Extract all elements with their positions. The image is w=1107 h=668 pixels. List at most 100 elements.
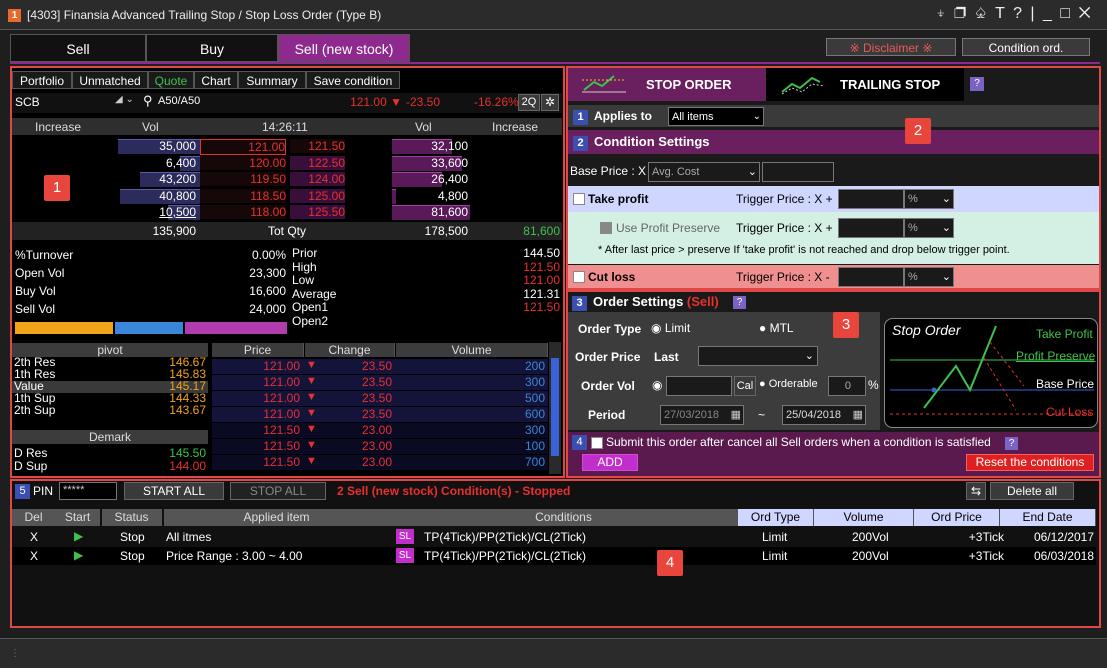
profit-preserve-value[interactable] — [838, 218, 904, 238]
table-header: End Date — [1000, 509, 1096, 526]
bid-price[interactable]: 118.50 — [200, 188, 286, 203]
play-icon[interactable]: ▶ — [74, 529, 83, 543]
section-number: 1 — [573, 110, 588, 125]
sl-badge: SL — [396, 548, 414, 563]
swap-icon[interactable]: ⇆ — [966, 482, 986, 500]
chevron-down-icon[interactable]: ◢ ⌄ — [115, 94, 134, 105]
stop-order-label[interactable]: STOP ORDER — [646, 77, 731, 92]
orderable-stepper[interactable]: 0 — [828, 376, 866, 396]
2q-button[interactable]: 2Q — [518, 94, 540, 111]
price-change: -23.50 — [406, 95, 441, 109]
cut-loss-value[interactable] — [838, 267, 904, 287]
delete-row-button[interactable]: X — [30, 530, 38, 544]
trades-scrollbar[interactable] — [549, 342, 561, 474]
bid-price[interactable]: 121.00 — [200, 139, 286, 155]
ask-price[interactable]: 121.50 — [290, 139, 345, 153]
trade-change: 23.50 — [361, 407, 392, 421]
delete-all-button[interactable]: Delete all — [990, 482, 1074, 500]
base-price-select[interactable]: Avg. Cost ⌄ — [648, 162, 760, 182]
bid-price[interactable]: 120.00 — [200, 155, 286, 170]
play-icon[interactable]: ▶ — [74, 548, 83, 562]
symbol-input[interactable]: SCB — [15, 95, 40, 109]
cut-loss-unit[interactable]: % ⌄ — [904, 267, 954, 287]
base-price-stepper[interactable] — [762, 162, 834, 182]
gear-icon[interactable]: ✲ — [541, 94, 559, 111]
date-to-input[interactable]: 25/04/2018 ▦ — [782, 405, 866, 425]
use-profit-preserve-checkbox[interactable] — [600, 222, 612, 234]
submit-help-icon[interactable]: ? — [1005, 437, 1018, 450]
window-controls[interactable]: ⍖ ❐ ♤ T ? | _ □ ✕ — [936, 5, 1093, 23]
order-price-select[interactable]: ⌄ — [698, 346, 818, 366]
trailing-stop-label[interactable]: TRAILING STOP — [840, 77, 940, 92]
start-all-button[interactable]: START ALL — [124, 482, 224, 500]
order-price-label: Order Price — [575, 350, 641, 364]
subtab-save-condition[interactable]: Save condition — [306, 71, 400, 89]
order-vol-input[interactable] — [666, 376, 732, 396]
ask-price[interactable]: 122.50 — [290, 155, 345, 170]
bar-segment-blue — [115, 322, 183, 334]
help-icon[interactable]: ? — [970, 77, 984, 91]
take-profit-checkbox[interactable] — [573, 193, 585, 205]
period-label: Period — [588, 408, 626, 422]
trade-price: 121.00 — [263, 407, 300, 421]
price-stat-label: High — [292, 259, 317, 274]
subtab-quote[interactable]: Quote — [148, 71, 194, 89]
bid-volume: 43,200 — [159, 172, 196, 186]
stat-value: 0.00% — [251, 248, 286, 262]
book-col-vol: Vol — [142, 120, 159, 134]
tab-underline — [10, 62, 1100, 64]
trade-change: 23.00 — [361, 423, 392, 437]
subtab-portfolio[interactable]: Portfolio — [12, 71, 72, 89]
orderable-radio[interactable]: ● Orderable — [759, 378, 818, 390]
profit-preserve-unit[interactable]: % ⌄ — [904, 218, 954, 238]
scrollbar-thumb[interactable] — [551, 358, 559, 456]
stat-label: Sell Vol — [15, 302, 56, 316]
mtl-radio[interactable]: ● MTL — [759, 321, 794, 335]
pivot-value: 143.67 — [169, 403, 206, 417]
book-col-increase-ask: Increase — [492, 120, 539, 134]
disclaimer-button[interactable]: ※ Disclaimer ※ — [826, 38, 956, 56]
bid-volume: 40,800 — [159, 188, 196, 203]
stat-label: %Turnover — [15, 248, 74, 262]
ask-volume: 26,400 — [431, 172, 468, 186]
tab-sell-new-stock[interactable]: Sell (new stock) — [278, 34, 410, 62]
ask-price[interactable]: 125.00 — [290, 188, 345, 203]
trades-header: Volume — [396, 343, 548, 357]
order-help-icon[interactable]: ? — [733, 296, 746, 309]
search-icon[interactable]: ⚲ — [143, 93, 153, 109]
bid-price[interactable]: 118.00 — [200, 205, 286, 219]
delete-row-button[interactable]: X — [30, 549, 38, 563]
trade-volume: 600 — [524, 407, 545, 421]
demark-label: D Sup — [14, 459, 48, 473]
limit-radio[interactable]: ◉ Limit — [651, 321, 690, 335]
applies-to-select[interactable]: All items ⌄ — [668, 107, 764, 126]
submit-checkbox[interactable] — [591, 437, 603, 449]
row-status: Stop — [120, 530, 145, 544]
bid-price[interactable]: 119.50 — [200, 172, 286, 186]
stat-value: 16,600 — [249, 284, 286, 298]
subtab-summary[interactable]: Summary — [238, 71, 306, 89]
pin-input[interactable]: ***** — [59, 482, 117, 500]
date-from-input[interactable]: 27/03/2018 ▦ — [660, 405, 744, 425]
add-button[interactable]: ADD — [582, 454, 638, 471]
cut-loss-checkbox[interactable] — [573, 271, 585, 283]
tab-buy[interactable]: Buy — [146, 34, 278, 62]
reset-conditions-button[interactable]: Reset the conditions — [966, 454, 1094, 471]
ask-price[interactable]: 124.00 — [290, 172, 345, 186]
resize-grip-icon[interactable]: ⋮ — [10, 648, 20, 659]
order-vol-radio[interactable]: ◉ — [652, 378, 662, 392]
cut-loss-label: Cut loss — [588, 270, 636, 284]
subtab-chart[interactable]: Chart — [194, 71, 238, 89]
take-profit-unit[interactable]: % ⌄ — [904, 189, 954, 209]
stop-all-button[interactable]: STOP ALL — [230, 482, 326, 500]
cal-button[interactable]: Cal — [734, 376, 756, 396]
ask-price[interactable]: 125.50 — [290, 205, 345, 219]
subtab-unmatched[interactable]: Unmatched — [72, 71, 148, 89]
diagram-take-profit: Take Profit — [1036, 327, 1093, 341]
bar-segment-purple — [185, 322, 287, 334]
tab-sell[interactable]: Sell — [10, 34, 146, 62]
condition-order-button[interactable]: Condition ord. — [962, 38, 1090, 56]
price-stat-label: Prior — [292, 246, 318, 260]
take-profit-value[interactable] — [838, 189, 904, 209]
trade-change: 23.50 — [361, 359, 392, 373]
